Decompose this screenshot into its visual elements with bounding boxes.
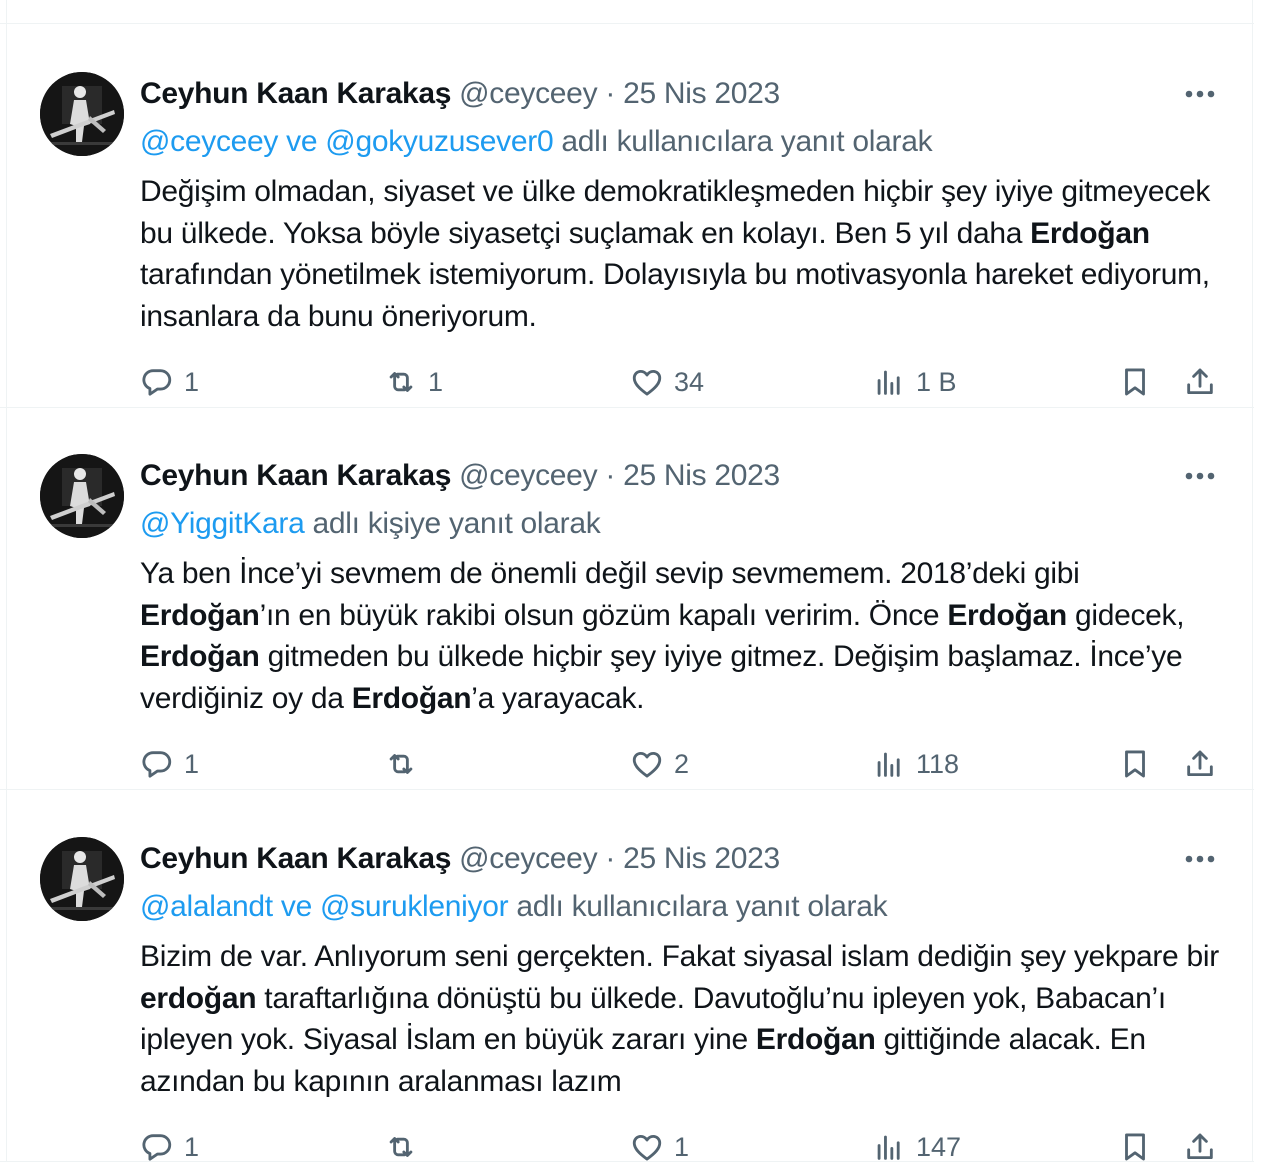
heart-icon: [632, 369, 662, 396]
tweet-date[interactable]: 25 Nis 2023: [623, 842, 780, 875]
mention-link[interactable]: @surukleniyor: [320, 890, 509, 923]
share-upload-icon: [1187, 368, 1213, 395]
author-handle[interactable]: @ceyceey: [459, 459, 597, 492]
tweet-actions: 1 1 147: [0, 1125, 1254, 1169]
more-options-button[interactable]: [1172, 76, 1228, 112]
author-name[interactable]: Ceyhun Kaan Karakaş: [140, 842, 451, 875]
more-dots-icon: [1185, 472, 1215, 480]
mention-joiner: ve: [280, 890, 312, 923]
avatar[interactable]: [40, 454, 124, 538]
reply-button[interactable]: 1: [140, 360, 199, 404]
retweet-icon: [389, 754, 413, 774]
author-handle[interactable]: @ceyceey: [459, 842, 597, 875]
replying-to: @YiggitKara adlı kişiye yanıt olarak: [140, 504, 601, 544]
share-upload-icon: [1187, 1133, 1213, 1160]
retweet-icon: [389, 372, 413, 392]
retweet-button[interactable]: [384, 1125, 428, 1169]
author-name[interactable]: Ceyhun Kaan Karakaş: [140, 459, 451, 492]
views-bar-chart-icon: [877, 370, 900, 395]
view-count: 1 B: [916, 366, 957, 397]
views-button[interactable]: 118: [872, 742, 959, 786]
avatar-silhouette-icon: [40, 454, 124, 538]
share-button[interactable]: [1183, 360, 1217, 404]
like-button[interactable]: 2: [630, 742, 689, 786]
heart-icon: [632, 1134, 662, 1161]
reply-bubble-icon: [142, 751, 172, 778]
separator-dot: ·: [605, 77, 616, 110]
bookmark-button[interactable]: [1118, 1125, 1152, 1169]
reply-bubble-icon: [142, 1134, 172, 1161]
tweet-card[interactable]: Ceyhun Kaan Karakaş @ceyceey · 25 Nis 20…: [0, 406, 1254, 790]
reply-count: 1: [184, 1131, 200, 1162]
tweet-header: Ceyhun Kaan Karakaş @ceyceey · 25 Nis 20…: [140, 74, 780, 114]
retweet-button[interactable]: 1: [384, 360, 443, 404]
tweet-text: Bizim de var. Anlıyorum seni gerçekten. …: [140, 940, 1219, 1098]
tweet-header: Ceyhun Kaan Karakaş @ceyceey · 25 Nis 20…: [140, 456, 780, 496]
retweet-button[interactable]: [384, 742, 428, 786]
bookmark-button[interactable]: [1118, 360, 1152, 404]
separator-dot: ·: [605, 842, 616, 875]
author-handle[interactable]: @ceyceey: [459, 77, 597, 110]
bookmark-icon: [1125, 1133, 1145, 1161]
reply-count: 1: [184, 748, 200, 779]
separator-dot: ·: [605, 459, 616, 492]
bookmark-icon: [1125, 750, 1145, 778]
like-count: 1: [674, 1131, 690, 1162]
replying-to: @alalandt ve @surukleniyor adlı kullanıc…: [140, 887, 888, 927]
share-button[interactable]: [1183, 742, 1217, 786]
tweet-header: Ceyhun Kaan Karakaş @ceyceey · 25 Nis 20…: [140, 839, 780, 879]
reply-button[interactable]: 1: [140, 742, 199, 786]
author-name[interactable]: Ceyhun Kaan Karakaş: [140, 77, 451, 110]
replying-to: @ceyceey ve @gokyuzusever0 adlı kullanıc…: [140, 122, 933, 162]
like-button[interactable]: 1: [630, 1125, 689, 1169]
reply-suffix: adlı kişiye yanıt olarak: [312, 507, 601, 540]
mention-link[interactable]: @YiggitKara: [140, 507, 305, 540]
views-bar-chart-icon: [877, 752, 900, 777]
avatar[interactable]: [40, 72, 124, 156]
bookmark-button[interactable]: [1118, 742, 1152, 786]
heart-icon: [632, 751, 662, 778]
view-count: 147: [916, 1131, 962, 1162]
reply-button[interactable]: 1: [140, 1125, 199, 1169]
more-dots-icon: [1185, 855, 1215, 863]
avatar-silhouette-icon: [40, 837, 124, 921]
retweet-count: 1: [428, 366, 444, 397]
avatar-silhouette-icon: [40, 72, 124, 156]
tweet-text: Ya ben İnce’yi sevmem de önemli değil se…: [140, 557, 1185, 715]
views-button[interactable]: 147: [872, 1125, 961, 1169]
bookmark-icon: [1125, 368, 1145, 396]
views-bar-chart-icon: [877, 1135, 900, 1160]
tweet-text: Değişim olmadan, siyaset ve ülke demokra…: [140, 175, 1211, 333]
reply-bubble-icon: [142, 369, 172, 396]
mention-link[interactable]: @gokyuzusever0: [325, 125, 553, 158]
more-options-button[interactable]: [1172, 458, 1228, 494]
tweet-actions: 1 1 34 1 B: [0, 360, 1254, 404]
views-button[interactable]: 1 B: [872, 360, 957, 404]
tweet-actions: 1 2 118: [0, 742, 1254, 786]
tweet-date[interactable]: 25 Nis 2023: [623, 459, 780, 492]
like-count: 2: [674, 748, 690, 779]
reply-count: 1: [184, 366, 200, 397]
like-button[interactable]: 34: [630, 360, 704, 404]
reply-suffix: adlı kullanıcılara yanıt olarak: [561, 125, 933, 158]
share-button[interactable]: [1183, 1125, 1217, 1169]
avatar[interactable]: [40, 837, 124, 921]
tweet-card[interactable]: Ceyhun Kaan Karakaş @ceyceey · 25 Nis 20…: [0, 789, 1254, 1162]
retweet-icon: [389, 1137, 413, 1157]
share-upload-icon: [1187, 750, 1213, 777]
view-count: 118: [916, 748, 960, 779]
more-dots-icon: [1185, 90, 1215, 98]
mention-link[interactable]: @ceyceey: [140, 125, 278, 158]
like-count: 34: [674, 366, 705, 397]
tweet-date[interactable]: 25 Nis 2023: [623, 77, 780, 110]
more-options-button[interactable]: [1172, 841, 1228, 877]
tweet-card[interactable]: Ceyhun Kaan Karakaş @ceyceey · 25 Nis 20…: [0, 23, 1254, 408]
reply-suffix: adlı kullanıcılara yanıt olarak: [516, 890, 888, 923]
mention-link[interactable]: @alalandt: [140, 890, 273, 923]
mention-joiner: ve: [286, 125, 318, 158]
